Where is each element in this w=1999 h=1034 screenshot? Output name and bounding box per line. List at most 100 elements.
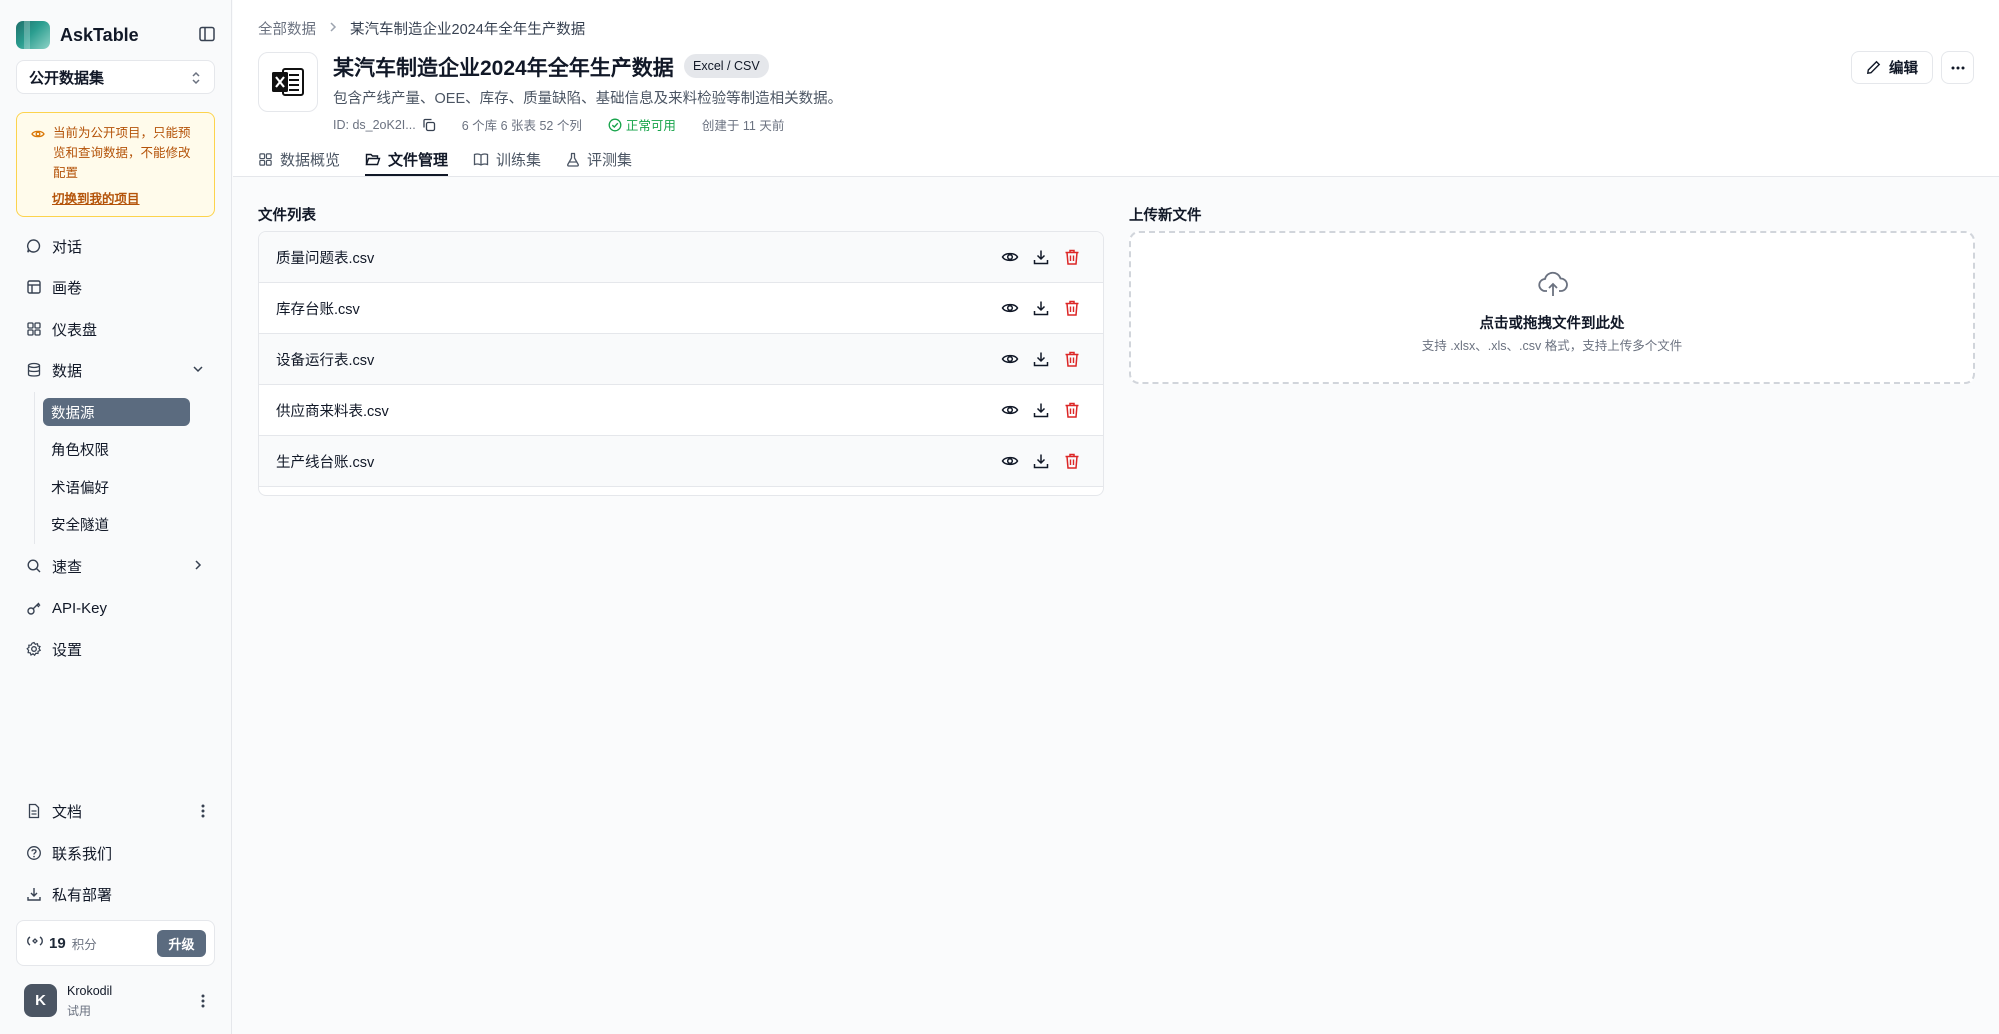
- user-plan: 试用: [67, 1004, 92, 1018]
- nav-api-key-label: API-Key: [52, 599, 108, 617]
- nav-quick-search[interactable]: 速查: [16, 549, 215, 583]
- tab-training-set-label: 训练集: [496, 151, 542, 169]
- download-icon[interactable]: [1032, 248, 1050, 266]
- tab-overview[interactable]: 数据概览: [258, 144, 340, 174]
- pencil-icon: [1866, 60, 1881, 75]
- flask-icon: [567, 152, 580, 167]
- delete-icon[interactable]: [1063, 299, 1081, 317]
- app-name: AskTable: [60, 24, 139, 45]
- nav-data[interactable]: 数据: [16, 353, 215, 387]
- layout-icon: [26, 279, 42, 295]
- dataset-stats: 6 个库 6 张表 52 个列: [461, 119, 582, 133]
- user-profile[interactable]: K Krokodil 试用: [24, 984, 214, 1018]
- chevron-down-icon: [191, 362, 205, 376]
- upload-label: 上传新文件: [1129, 208, 1202, 224]
- nav-chat[interactable]: 对话: [16, 229, 215, 263]
- dataset-tabs: 数据概览 文件管理 训练集 评测集: [258, 144, 657, 176]
- upload-dropzone[interactable]: 点击或拖拽文件到此处 支持 .xlsx、.xls、.csv 格式，支持上传多个文…: [1129, 231, 1975, 384]
- sidebar: AskTable 公开数据集 当前为公开项目，只能预览和查询数据，不能修改配置 …: [0, 0, 232, 1034]
- nav-chat-label: 对话: [52, 238, 83, 256]
- tab-file-management-label: 文件管理: [388, 151, 449, 169]
- download-tray-icon: [26, 886, 42, 902]
- download-icon[interactable]: [1032, 452, 1050, 470]
- created-time: 创建于 11 天前: [701, 119, 785, 133]
- file-list: 质量问题表.csv 库存台账.csv 设备运行表.csv 供应商来料表.csv 生产线台…: [258, 231, 1104, 496]
- sub-item-roles[interactable]: 角色权限: [43, 435, 190, 463]
- preview-icon[interactable]: [1001, 299, 1019, 317]
- dataset-description: 包含产线产量、OEE、库存、质量缺陷、基础信息及来料检验等制造相关数据。: [333, 91, 843, 107]
- user-name: Krokodil: [67, 984, 113, 998]
- project-select-value: 公开数据集: [29, 69, 105, 87]
- dashboard-grid-icon: [26, 321, 42, 337]
- database-icon: [26, 362, 42, 378]
- credits-unit: 积分: [71, 937, 97, 952]
- file-name: 生产线台账.csv: [276, 454, 375, 471]
- file-actions: [988, 452, 1081, 470]
- project-select[interactable]: 公开数据集: [16, 60, 215, 94]
- tab-evaluation-set-label: 评测集: [587, 151, 633, 169]
- nav-contact[interactable]: 联系我们: [16, 836, 215, 870]
- nav-api-key[interactable]: API-Key: [16, 591, 215, 625]
- sub-item-datasource[interactable]: 数据源: [43, 398, 190, 426]
- upload-title: 点击或拖拽文件到此处: [1479, 316, 1625, 332]
- nav-quick-search-label: 速查: [52, 558, 83, 576]
- tab-evaluation-set[interactable]: 评测集: [566, 144, 632, 174]
- file-row: 生产线台账.csv: [259, 436, 1103, 487]
- delete-icon[interactable]: [1063, 452, 1081, 470]
- delete-icon[interactable]: [1063, 350, 1081, 368]
- copy-icon[interactable]: [422, 118, 436, 132]
- check-circle-icon: [608, 118, 622, 131]
- preview-icon[interactable]: [1001, 350, 1019, 368]
- nav-canvas[interactable]: 画卷: [16, 270, 215, 304]
- nav-dashboard[interactable]: 仪表盘: [16, 312, 215, 346]
- download-icon[interactable]: [1032, 299, 1050, 317]
- breadcrumb-all-data[interactable]: 全部数据: [258, 18, 316, 39]
- tab-file-management[interactable]: 文件管理: [365, 144, 449, 176]
- breadcrumb: 全部数据 某汽车制造企业2024年全年生产数据: [258, 18, 585, 39]
- excel-file-icon: [258, 52, 318, 112]
- breadcrumb-current: 某汽车制造企业2024年全年生产数据: [350, 22, 586, 38]
- user-more-icon[interactable]: [201, 993, 205, 1009]
- preview-icon[interactable]: [1001, 401, 1019, 419]
- nav-data-label: 数据: [52, 362, 83, 380]
- brand[interactable]: AskTable: [16, 20, 216, 50]
- file-row: 供应商来料表.csv: [259, 385, 1103, 436]
- nav-canvas-label: 画卷: [52, 279, 83, 297]
- dataset-header: 全部数据 某汽车制造企业2024年全年生产数据 某汽车制造企业2024年全年生产…: [233, 0, 1999, 177]
- nav-docs[interactable]: 文档: [16, 794, 215, 828]
- main-content: 全部数据 某汽车制造企业2024年全年生产数据 某汽车制造企业2024年全年生产…: [233, 0, 1999, 1034]
- tab-overview-label: 数据概览: [280, 151, 341, 169]
- docs-more-icon[interactable]: [201, 803, 205, 819]
- more-options-button[interactable]: [1941, 51, 1974, 84]
- switch-project-link[interactable]: 切换到我的项目: [52, 189, 202, 209]
- nav-settings[interactable]: 设置: [16, 632, 215, 666]
- sidebar-toggle-icon[interactable]: [198, 25, 216, 43]
- nav-private-deploy[interactable]: 私有部署: [16, 877, 215, 911]
- chat-bubble-icon: [26, 238, 42, 254]
- file-name: 供应商来料表.csv: [276, 403, 389, 420]
- edit-button-label: 编辑: [1889, 61, 1918, 77]
- download-icon[interactable]: [1032, 401, 1050, 419]
- delete-icon[interactable]: [1063, 401, 1081, 419]
- preview-icon[interactable]: [1001, 452, 1019, 470]
- delete-icon[interactable]: [1063, 248, 1081, 266]
- nav-docs-label: 文档: [52, 803, 83, 821]
- edit-button[interactable]: 编辑: [1851, 51, 1933, 84]
- eye-icon: [31, 127, 45, 141]
- gear-icon: [26, 641, 42, 657]
- credits-value: 19: [49, 934, 66, 952]
- download-icon[interactable]: [1032, 350, 1050, 368]
- search-icon: [26, 558, 42, 574]
- preview-icon[interactable]: [1001, 248, 1019, 266]
- status-badge: 正常可用: [608, 115, 676, 134]
- grid-icon: [259, 152, 272, 166]
- notice-text: 当前为公开项目，只能预览和查询数据，不能修改配置: [53, 126, 191, 180]
- sub-item-terms[interactable]: 术语偏好: [43, 473, 190, 501]
- file-actions: [988, 248, 1081, 266]
- avatar: K: [24, 984, 57, 1017]
- file-actions: [988, 299, 1081, 317]
- status-text: 正常可用: [625, 119, 676, 133]
- sub-item-tunnel[interactable]: 安全隧道: [43, 510, 190, 538]
- tab-training-set[interactable]: 训练集: [473, 144, 541, 174]
- upgrade-button[interactable]: 升级: [157, 930, 206, 957]
